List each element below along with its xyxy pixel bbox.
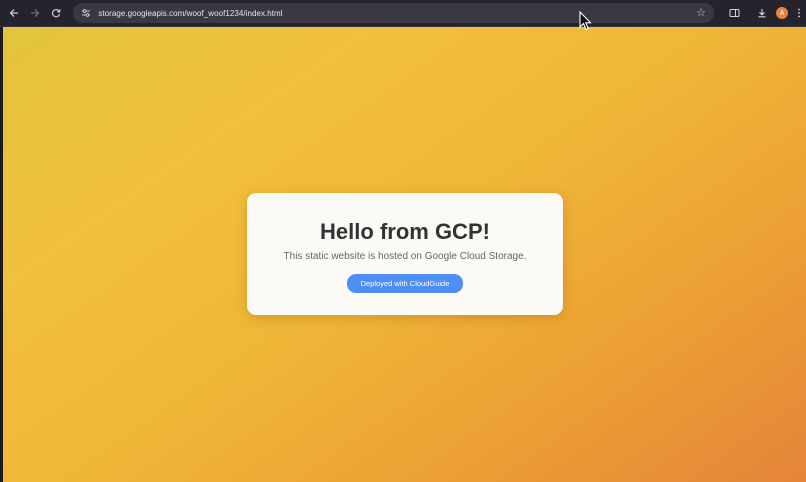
page-viewport: Hello from GCP! This static website is h… xyxy=(3,27,806,482)
side-panel-icon xyxy=(729,9,739,17)
reload-button[interactable] xyxy=(47,4,66,23)
back-button[interactable] xyxy=(5,4,24,23)
site-info-button[interactable] xyxy=(79,6,93,20)
toolbar-actions: A xyxy=(724,3,806,23)
forward-button[interactable] xyxy=(26,4,45,23)
page-subtitle: This static website is hosted on Google … xyxy=(283,251,527,262)
welcome-card: Hello from GCP! This static website is h… xyxy=(247,193,563,315)
arrow-right-icon xyxy=(31,9,40,17)
menu-button[interactable] xyxy=(792,3,806,23)
downloads-button[interactable] xyxy=(752,3,772,23)
tune-icon xyxy=(82,9,91,17)
star-icon: ☆ xyxy=(696,7,706,19)
profile-avatar[interactable]: A xyxy=(776,7,788,19)
reading-mode-button[interactable] xyxy=(724,3,744,23)
browser-toolbar: storage.googleapis.com/woof_woof1234/ind… xyxy=(0,0,806,27)
reload-icon xyxy=(51,9,61,18)
download-icon xyxy=(758,9,766,18)
kebab-menu-icon xyxy=(798,8,800,18)
page-title: Hello from GCP! xyxy=(320,219,490,244)
bookmark-button[interactable]: ☆ xyxy=(696,6,706,20)
address-bar[interactable]: storage.googleapis.com/woof_woof1234/ind… xyxy=(73,3,714,23)
arrow-left-icon xyxy=(9,9,19,17)
deployed-with-button[interactable]: Deployed with CloudGuide xyxy=(346,274,464,293)
url-text[interactable]: storage.googleapis.com/woof_woof1234/ind… xyxy=(98,9,282,18)
mouse-cursor-icon xyxy=(579,11,592,31)
